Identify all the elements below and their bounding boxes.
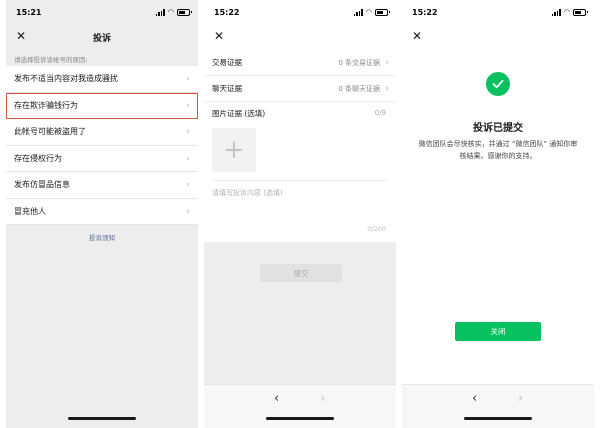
- close-button[interactable]: 关闭: [455, 322, 541, 341]
- back-arrow-icon[interactable]: ‹: [274, 391, 279, 406]
- battery-icon: [177, 8, 192, 16]
- nav-bar: ✕: [204, 22, 396, 50]
- evidence-form: 交易证据 0 条交易证据 › 聊天证据 0 条聊天证据 › 图片证据 (选填) …: [204, 50, 396, 242]
- reason-item[interactable]: 发布不适当内容对我造成骚扰 ›: [6, 66, 198, 93]
- status-icons: ◠: [353, 7, 390, 16]
- chevron-right-icon: ›: [186, 206, 190, 217]
- reason-label: 存在侵权行为: [14, 153, 62, 163]
- status-time: 15:21: [16, 8, 42, 17]
- chevron-right-icon: ›: [385, 57, 389, 68]
- status-bar: 15:22 ◠: [402, 0, 594, 22]
- browser-toolbar: ‹ ›: [204, 384, 396, 428]
- success-message: 微信团队会尽快核实，并通过 “微信团队” 通知你审核结果。感谢你的支持。: [418, 140, 578, 160]
- image-evidence-header: 图片证据 (选填) 0/9: [204, 102, 396, 124]
- status-bar: 15:21 ◠: [6, 0, 198, 22]
- close-icon[interactable]: ✕: [412, 30, 422, 42]
- chat-evidence-row[interactable]: 聊天证据 0 条聊天证据 ›: [204, 76, 396, 102]
- submit-button[interactable]: 提交: [260, 264, 342, 282]
- reason-item[interactable]: 冒充他人 ›: [6, 199, 198, 225]
- notice-link[interactable]: 投诉须知: [6, 232, 198, 242]
- status-icons: ◠: [551, 7, 588, 16]
- battery-icon: [573, 8, 588, 16]
- home-indicator[interactable]: [266, 417, 334, 420]
- forward-arrow-icon[interactable]: ›: [320, 391, 325, 406]
- status-bar: 15:22 ◠: [204, 0, 396, 22]
- battery-icon: [375, 8, 390, 16]
- chevron-right-icon: ›: [186, 153, 190, 164]
- wifi-icon: ◠: [365, 7, 372, 16]
- wifi-icon: ◠: [167, 7, 174, 16]
- status-time: 15:22: [214, 8, 240, 17]
- reason-list: 发布不适当内容对我造成骚扰 › 存在欺诈骗钱行为 › 此帐号可能被盗用了 › 存…: [6, 66, 198, 225]
- transaction-evidence-value: 0 条交易证据: [338, 58, 380, 67]
- home-indicator[interactable]: [464, 417, 532, 420]
- reason-item[interactable]: 此帐号可能被盗用了 ›: [6, 119, 198, 146]
- home-indicator[interactable]: [68, 417, 136, 420]
- success-title: 投诉已提交: [473, 123, 523, 134]
- reason-label: 存在欺诈骗钱行为: [14, 100, 78, 110]
- status-time: 15:22: [412, 8, 438, 17]
- chat-evidence-label: 聊天证据: [212, 84, 242, 93]
- browser-toolbar: ‹ ›: [402, 384, 594, 428]
- reason-label: 此帐号可能被盗用了: [14, 127, 86, 137]
- back-arrow-icon[interactable]: ‹: [472, 391, 477, 406]
- chevron-right-icon: ›: [186, 180, 190, 190]
- image-count: 0/9: [374, 109, 386, 117]
- signal-icon: [551, 8, 561, 16]
- reason-item[interactable]: 存在侵权行为 ›: [6, 146, 198, 172]
- add-image-button[interactable]: +: [212, 128, 256, 172]
- chevron-right-icon: ›: [385, 83, 389, 94]
- reason-item-selected[interactable]: 存在欺诈骗钱行为 ›: [6, 92, 198, 119]
- chevron-right-icon: ›: [186, 74, 190, 84]
- reason-label: 发布不适当内容对我造成骚扰: [14, 74, 118, 84]
- success-check-icon: [486, 72, 510, 96]
- text-count: 0/200: [367, 225, 386, 233]
- complaint-text-input[interactable]: 请填写投诉内容 (选填): [212, 188, 388, 198]
- page-title: 投诉: [92, 34, 111, 44]
- reason-label: 发布仿冒品信息: [14, 180, 70, 190]
- image-evidence-label: 图片证据 (选填): [212, 108, 266, 118]
- chevron-right-icon: ›: [186, 100, 190, 111]
- reason-hint: 请选择投诉该帐号的原因:: [14, 56, 88, 64]
- signal-icon: [155, 8, 165, 16]
- screen-report-reasons: 15:21 ◠ ✕ 投诉 请选择投诉该帐号的原因: 发布不适当内容对我造成骚扰 …: [6, 0, 198, 428]
- chat-evidence-value: 0 条聊天证据: [338, 84, 380, 93]
- plus-icon: +: [223, 135, 245, 165]
- reason-label: 冒充他人: [14, 206, 46, 216]
- wifi-icon: ◠: [563, 7, 570, 16]
- signal-icon: [353, 8, 363, 16]
- screen-submitted: 15:22 ◠ ✕ 投诉已提交 微信团队会尽快核实，并通过 “微信团队” 通知你…: [402, 0, 594, 428]
- screen-evidence-form: 15:22 ◠ ✕ 交易证据 0 条交易证据 › 聊天证据 0 条聊天证据 › …: [204, 0, 396, 428]
- transaction-evidence-row[interactable]: 交易证据 0 条交易证据 ›: [204, 50, 396, 76]
- close-icon[interactable]: ✕: [214, 30, 224, 42]
- chevron-right-icon: ›: [186, 127, 190, 137]
- divider: [212, 180, 388, 181]
- forward-arrow-icon[interactable]: ›: [518, 391, 523, 406]
- reason-item[interactable]: 发布仿冒品信息 ›: [6, 172, 198, 199]
- transaction-evidence-label: 交易证据: [212, 58, 242, 67]
- status-icons: ◠: [155, 7, 192, 16]
